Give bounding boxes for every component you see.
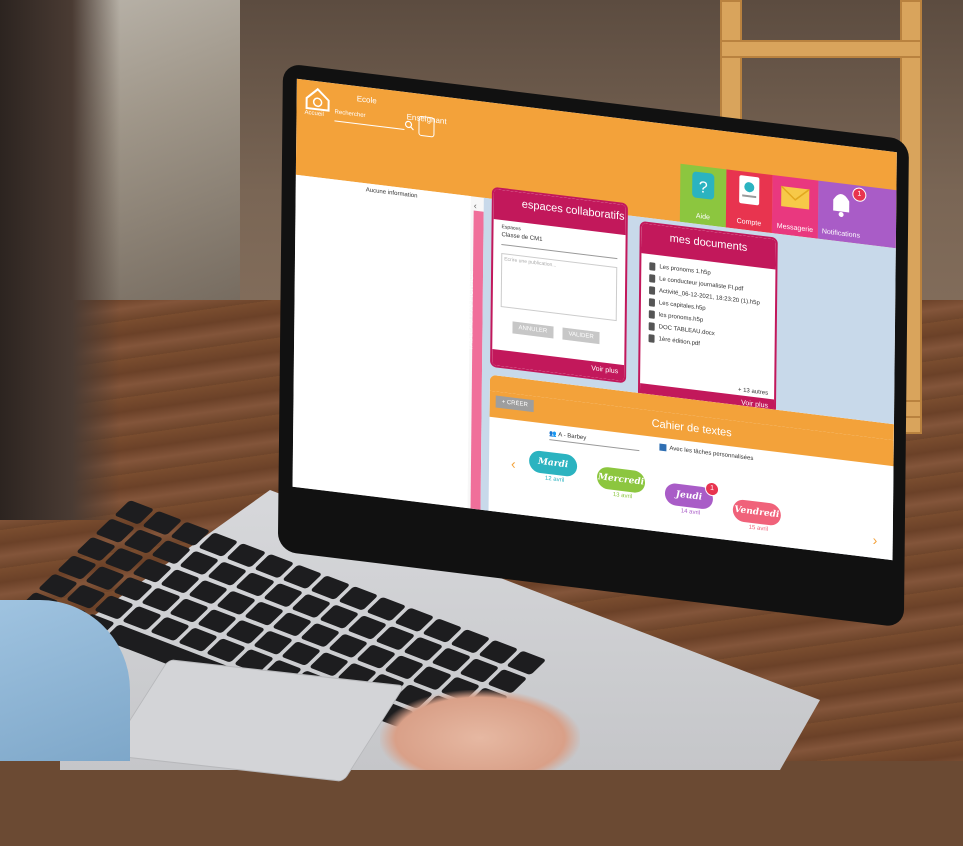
file-icon [649, 262, 656, 271]
nav-school[interactable]: Ecole [357, 94, 377, 105]
tile-label: Compte [736, 217, 762, 228]
tile-label: Aide [695, 212, 710, 222]
id-card-icon [739, 175, 760, 206]
chevron-left-icon[interactable]: ‹ [474, 201, 477, 211]
day-date: 13 avril [612, 491, 633, 501]
no-info-text: Aucune information [365, 187, 418, 200]
file-icon [649, 274, 656, 283]
file-icon [649, 286, 656, 295]
tile-account[interactable]: Compte [725, 169, 773, 234]
hand [380, 690, 580, 770]
user-icon[interactable] [418, 115, 435, 138]
group-icon: 👥 [549, 431, 557, 438]
laptop-screen-bezel: Accueil Ecole Enseignant Rechercher ? Ai… [277, 63, 909, 628]
publication-textarea[interactable]: Ecrire une publication... [500, 252, 618, 322]
help-icon: ? [692, 171, 715, 200]
search-underline [334, 120, 405, 130]
tile-label: Notifications [821, 228, 861, 240]
search-input[interactable]: Rechercher [335, 109, 366, 119]
left-pane: Aucune information [292, 174, 471, 509]
chevron-right-icon[interactable]: › [873, 532, 878, 549]
tile-label: Messagerie [776, 222, 814, 235]
chevron-left-icon[interactable]: ‹ [511, 455, 516, 472]
day-date: 12 avril [544, 475, 565, 484]
day-tuesday[interactable]: Mardi [528, 449, 578, 478]
day-date: 14 avril [680, 508, 701, 517]
tile-messaging[interactable]: Messagerie [771, 175, 819, 239]
documents-card: mes documents Les pronoms 1.h5p Le condu… [637, 220, 778, 418]
file-icon [648, 298, 655, 307]
board-strip-label: TABLEAU D'AFFICHAGE [467, 270, 476, 351]
collab-card: espaces collaboratifs Espaces Classe de … [490, 186, 628, 384]
checkbox[interactable] [659, 443, 667, 452]
app-screen: Accueil Ecole Enseignant Rechercher ? Ai… [292, 78, 897, 561]
svg-text:?: ? [699, 178, 708, 197]
file-icon [648, 322, 655, 331]
home-logo-icon[interactable] [305, 86, 331, 113]
envelope-icon [780, 185, 810, 210]
file-icon [648, 334, 655, 343]
cancel-button[interactable]: ANNULER [512, 321, 554, 339]
day-wednesday[interactable]: Mercredi [596, 465, 646, 494]
search-icon[interactable] [404, 120, 414, 131]
tile-help[interactable]: ? Aide [679, 163, 727, 228]
file-icon [648, 310, 655, 319]
nav-home[interactable]: Accueil [304, 110, 323, 118]
validate-button[interactable]: VALIDER [562, 327, 600, 345]
day-date: 15 avril [748, 524, 769, 533]
day-friday[interactable]: Vendredi [732, 498, 781, 527]
tile-notifications[interactable]: 1 Notifications [817, 180, 897, 249]
documents-list: Les pronoms 1.h5p Le conducteur journali… [640, 253, 775, 365]
